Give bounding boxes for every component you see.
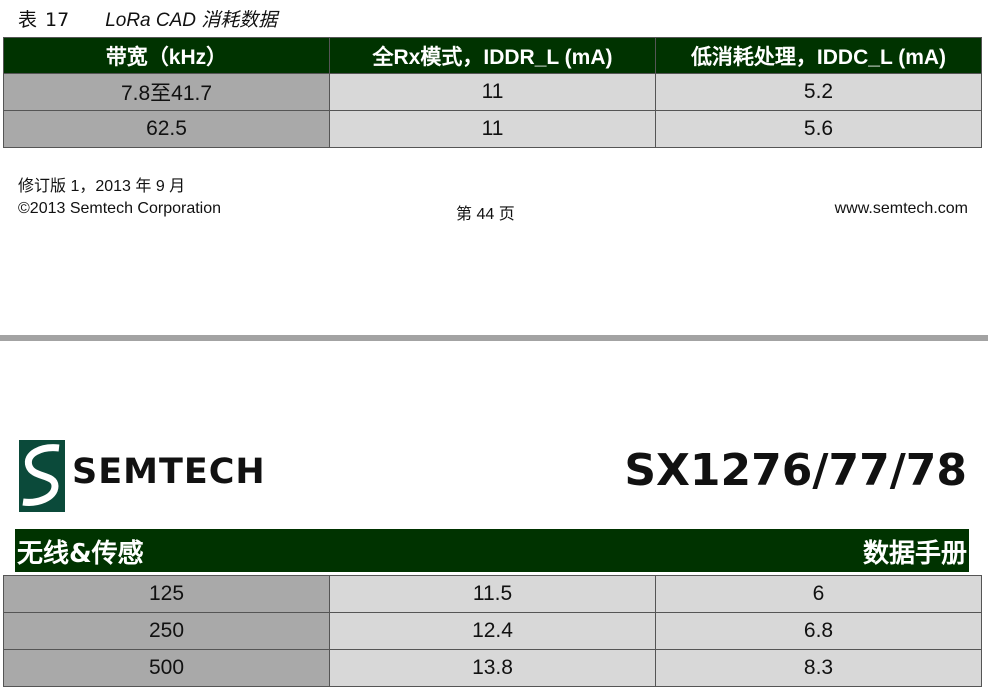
header-bandwidth: 带宽（kHz）: [3, 37, 330, 74]
cell-iddr: 12.4: [329, 612, 656, 650]
semtech-logo: SEMTECH: [19, 440, 349, 512]
footer-website: www.semtech.com: [834, 200, 968, 217]
table-row: 7.8至41.7 11 5.2: [3, 73, 982, 111]
table-header-row: 带宽（kHz） 全Rx模式，IDDR_L (mA) 低消耗处理，IDDC_L (…: [3, 37, 982, 74]
header-iddr: 全Rx模式，IDDR_L (mA): [329, 37, 656, 74]
cell-iddr: 13.8: [329, 649, 656, 687]
caption-title: LoRa CAD 消耗数据: [105, 10, 278, 31]
lora-cad-table-top: 带宽（kHz） 全Rx模式，IDDR_L (mA) 低消耗处理，IDDC_L (…: [3, 37, 982, 148]
cell-iddc: 5.6: [655, 110, 982, 148]
page-separator: [0, 335, 988, 341]
cell-iddr: 11: [329, 110, 656, 148]
cell-bandwidth: 500: [3, 649, 330, 687]
lora-cad-table-continued: 125 11.5 6 250 12.4 6.8 500 13.8 8.3: [3, 575, 982, 687]
footer-revision: 修订版 1，2013 年 9 月: [18, 178, 186, 195]
table-caption: 表 17 LoRa CAD 消耗数据: [18, 5, 277, 32]
cell-iddc: 5.2: [655, 73, 982, 111]
cell-iddc: 8.3: [655, 649, 982, 687]
cell-bandwidth: 7.8至41.7: [3, 73, 330, 111]
cell-iddc: 6: [655, 575, 982, 613]
cell-bandwidth: 62.5: [3, 110, 330, 148]
header-iddc: 低消耗处理，IDDC_L (mA): [655, 37, 982, 74]
cell-bandwidth: 250: [3, 612, 330, 650]
caption-number: 17: [45, 9, 70, 31]
cell-bandwidth: 125: [3, 575, 330, 613]
banner-left-text: 无线&传感: [17, 539, 144, 569]
cell-iddr: 11.5: [329, 575, 656, 613]
table-row: 125 11.5 6: [3, 575, 982, 613]
caption-label: 表: [18, 9, 38, 31]
semtech-s-icon: [19, 440, 65, 512]
header-banner: 无线&传感 数据手册: [15, 529, 969, 572]
table-row: 500 13.8 8.3: [3, 649, 982, 687]
logo-wordmark: SEMTECH: [72, 452, 266, 492]
cell-iddr: 11: [329, 73, 656, 111]
table-row: 250 12.4 6.8: [3, 612, 982, 650]
table-row: 62.5 11 5.6: [3, 110, 982, 148]
product-name: SX1276/77/78: [624, 445, 967, 496]
footer-page-number: 第 44 页: [456, 206, 515, 223]
banner-right-text: 数据手册: [862, 539, 967, 569]
cell-iddc: 6.8: [655, 612, 982, 650]
footer-copyright: ©2013 Semtech Corporation: [18, 200, 222, 217]
